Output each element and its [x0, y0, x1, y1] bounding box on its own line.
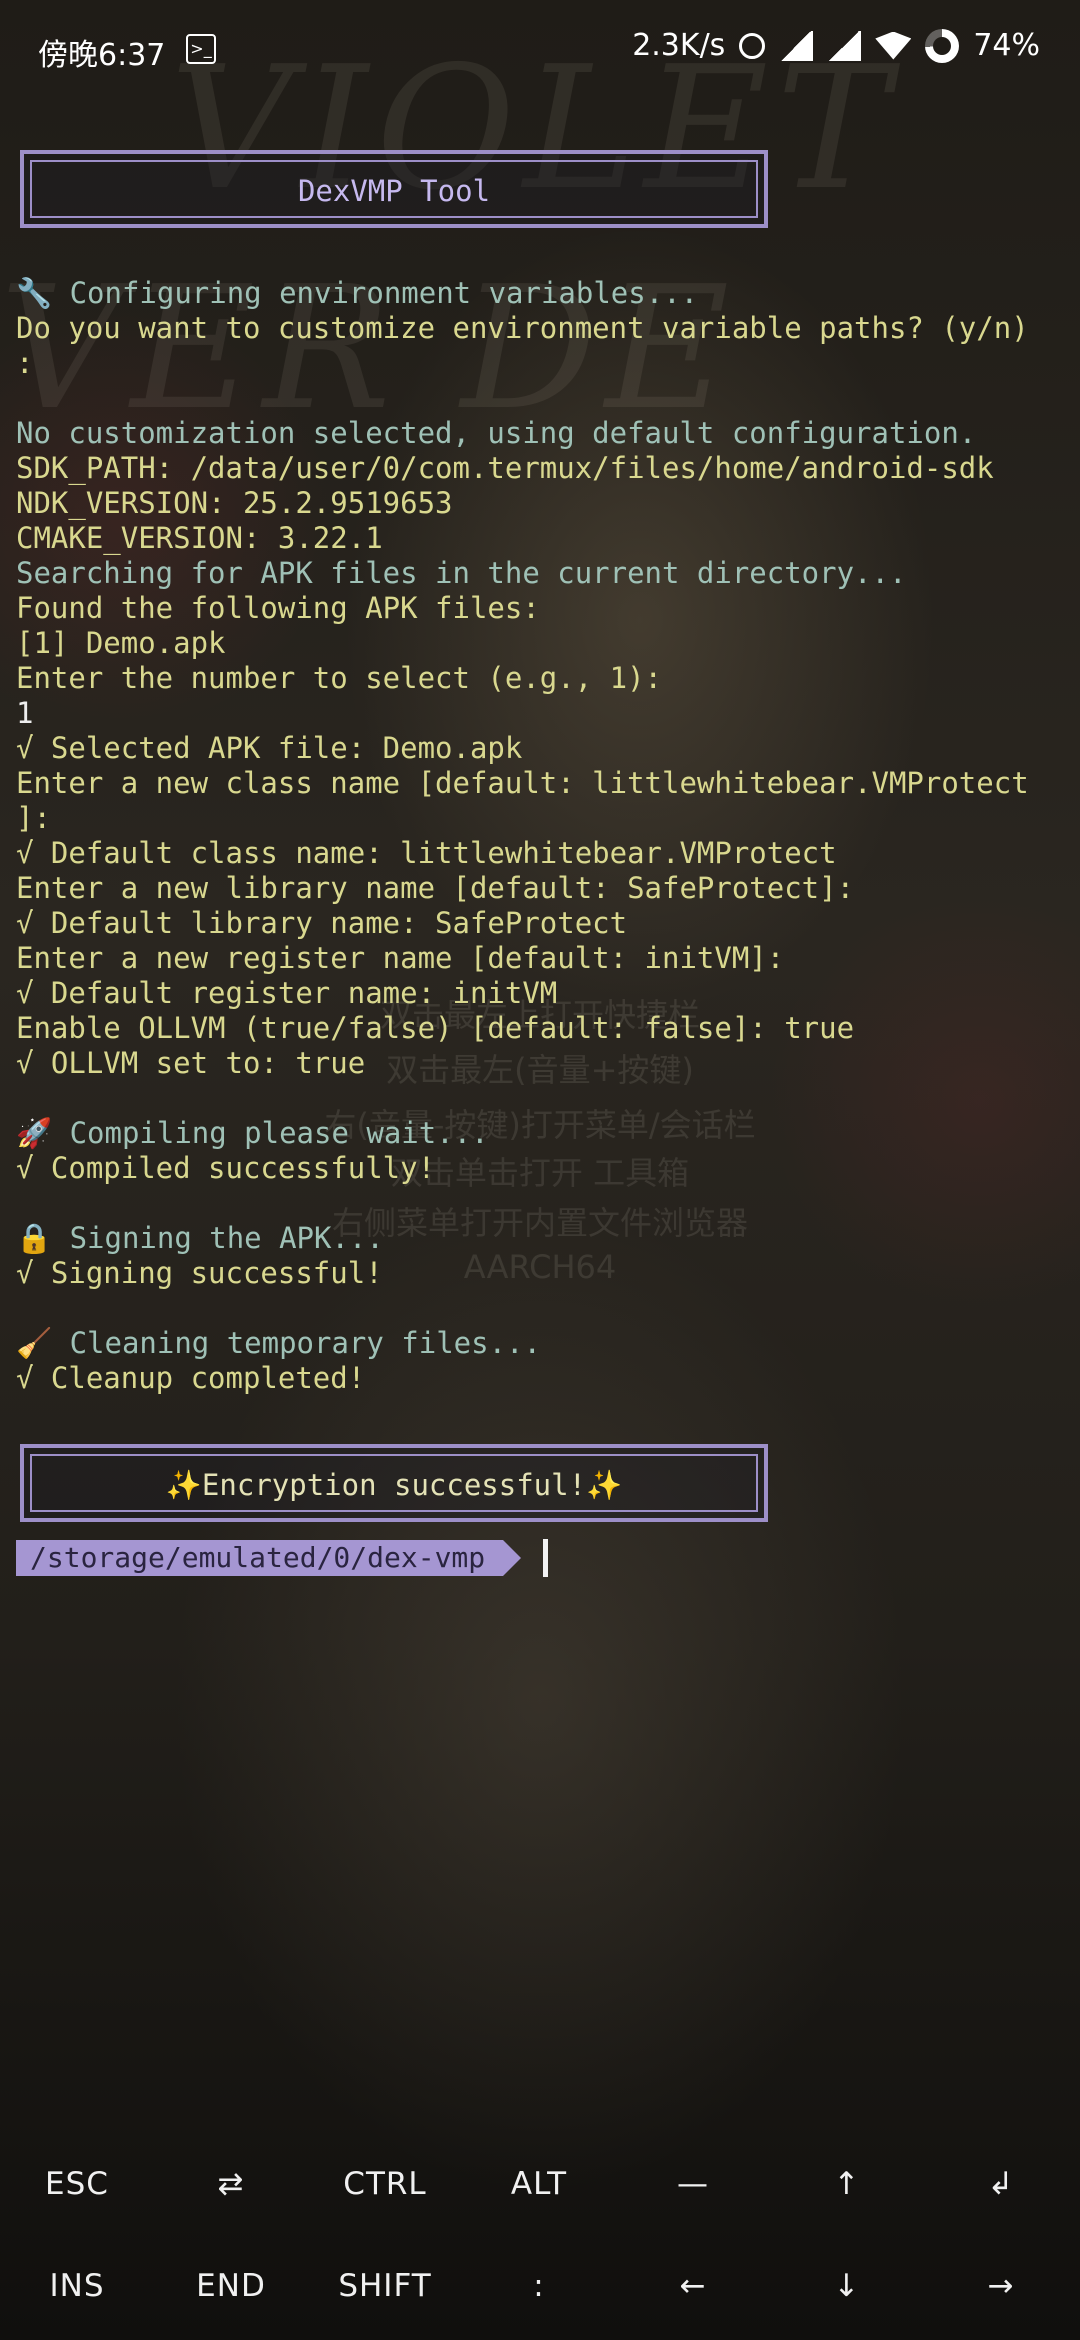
termux-screen: VIOLET VER DE 双击最左上打开快捷栏 双击最左(音量+按键) 右(音…	[0, 0, 1080, 2340]
terminal-line: Searching for APK files in the current d…	[16, 556, 907, 590]
terminal-line: √ Default register name: initVM	[16, 976, 558, 1010]
battery-percent: 74%	[973, 28, 1040, 63]
down-arrow-key[interactable]: ↓	[770, 2236, 924, 2336]
terminal-output[interactable]: 🔧 Configuring environment variables... Do…	[16, 276, 1076, 1396]
ins-key[interactable]: INS	[0, 2236, 154, 2336]
terminal-line: √ Signing successful!	[16, 1256, 383, 1290]
colon-key[interactable]: :	[462, 2236, 616, 2336]
terminal-line: √ Selected APK file: Demo.apk	[16, 731, 523, 765]
status-bar: 傍晚6:37 >_ 2.3K/s 74%	[0, 0, 1080, 100]
right-arrow-key[interactable]: →	[924, 2236, 1078, 2336]
terminal-line: :	[16, 346, 34, 380]
terminal-line: Enter a new class name [default: littlew…	[16, 766, 1029, 800]
battery-icon	[925, 28, 960, 63]
dash-key[interactable]: —	[616, 2134, 770, 2234]
ctrl-key[interactable]: CTRL	[308, 2134, 462, 2234]
signal-icon	[827, 30, 862, 61]
terminal-line: Enable OLLVM (true/false) [default: fals…	[16, 1011, 855, 1045]
status-time: 傍晚6:37	[38, 38, 166, 73]
terminal-notification-icon: >_	[186, 34, 216, 64]
prompt-path: /storage/emulated/0/dex-vmp	[16, 1540, 504, 1576]
terminal-line: No customization selected, using default…	[16, 416, 977, 450]
esc-key[interactable]: ESC	[0, 2134, 154, 2234]
signal-icon	[779, 30, 814, 61]
terminal-line: Enter the number to select (e.g., 1):	[16, 661, 663, 695]
terminal-line: 🔒 Signing the APK...	[16, 1221, 384, 1255]
terminal-line: 1	[16, 696, 34, 730]
terminal-line: Do you want to customize environment var…	[16, 311, 1029, 345]
banner-title: DexVMP Tool	[297, 174, 491, 208]
enter-key[interactable]: ↲	[924, 2134, 1078, 2234]
terminal-line: CMAKE_VERSION: 3.22.1	[16, 521, 383, 555]
terminal-line: √ Cleanup completed!	[16, 1361, 366, 1395]
terminal-line: 🧹 Cleaning temporary files...	[16, 1326, 541, 1360]
terminal-line: √ Compiled successfully!	[16, 1151, 436, 1185]
tab-key[interactable]: ⇄	[154, 2134, 308, 2234]
end-key[interactable]: END	[154, 2236, 308, 2336]
terminal-line: 🔧 Configuring environment variables...	[16, 276, 699, 310]
terminal-line: √ Default class name: littlewhitebear.VM…	[16, 836, 837, 870]
alarm-icon	[739, 32, 766, 59]
wifi-icon	[875, 31, 912, 60]
terminal-line: ]:	[16, 801, 51, 835]
up-arrow-key[interactable]: ↑	[770, 2134, 924, 2234]
prompt-arrow-icon	[503, 1540, 522, 1576]
status-icons: 2.3K/s 74%	[632, 28, 1040, 63]
terminal-line: Found the following APK files:	[16, 591, 540, 625]
terminal-line: SDK_PATH: /data/user/0/com.termux/files/…	[16, 451, 994, 485]
shell-prompt[interactable]: /storage/emulated/0/dex-vmp	[16, 1539, 549, 1577]
text-cursor	[543, 1539, 549, 1577]
network-speed: 2.3K/s	[632, 28, 726, 63]
left-arrow-key[interactable]: ←	[616, 2236, 770, 2336]
success-banner: ✨Encryption successful!✨	[20, 1444, 768, 1522]
terminal-line: √ OLLVM set to: true	[16, 1046, 366, 1080]
title-banner: DexVMP Tool	[20, 150, 768, 228]
terminal-line: 🚀 Compiling please wait...	[16, 1116, 489, 1150]
terminal-line: [1] Demo.apk	[16, 626, 226, 660]
success-banner-text: ✨Encryption successful!✨	[165, 1468, 623, 1502]
terminal-line: √ Default library name: SafeProtect	[16, 906, 628, 940]
terminal-line: Enter a new register name [default: init…	[16, 941, 785, 975]
alt-key[interactable]: ALT	[462, 2134, 616, 2234]
terminal-line: Enter a new library name [default: SafeP…	[16, 871, 855, 905]
extra-keys-row-2: INS END SHIFT: ← ↓ →	[0, 2236, 1080, 2336]
terminal-line: NDK_VERSION: 25.2.9519653	[16, 486, 453, 520]
extra-keys-row-1: ESC ⇄ CTRL ALT — ↑ ↲	[0, 2134, 1080, 2234]
shift-key[interactable]: SHIFT	[308, 2236, 462, 2336]
